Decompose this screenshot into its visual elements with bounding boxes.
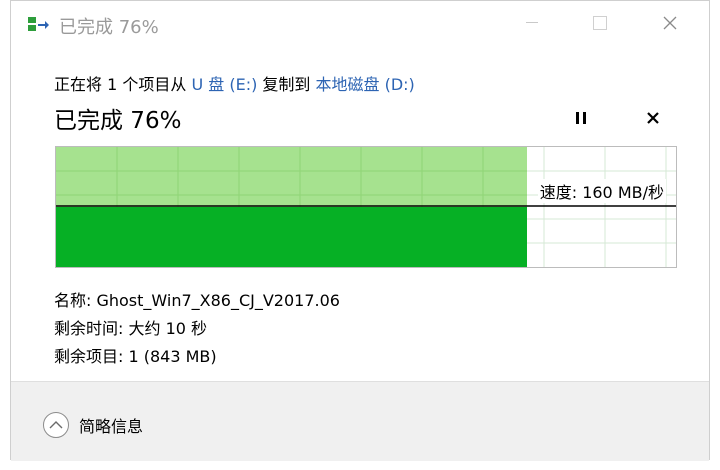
transfer-prefix: 正在将 1 个项目从 [54, 75, 192, 94]
transfer-description: 正在将 1 个项目从 U 盘 (E:) 复制到 本地磁盘 (D:) [54, 71, 415, 95]
speed-label: 速度: 160 MB/秒 [537, 179, 666, 203]
file-transfer-icon [28, 17, 49, 31]
transfer-middle: 复制到 [257, 75, 316, 94]
cancel-icon [647, 112, 659, 124]
minimize-icon [526, 22, 538, 23]
transfer-details: 名称: Ghost_Win7_X86_CJ_V2017.06 剩余时间: 大约 … [54, 287, 340, 371]
window-title: 已完成 76% [59, 17, 159, 38]
pause-icon [576, 112, 586, 124]
destination-drive-link[interactable]: 本地磁盘 (D:) [316, 75, 415, 94]
title-bar[interactable]: 已完成 76% [11, 1, 709, 49]
dialog-footer: 简略信息 [11, 381, 709, 461]
maximize-icon [593, 16, 607, 30]
items-remaining: 剩余项目: 1 (843 MB) [54, 347, 217, 366]
pause-button[interactable] [567, 105, 595, 131]
speed-history-area [56, 207, 527, 267]
close-icon [663, 16, 677, 30]
speed-graph-canvas [56, 147, 676, 267]
copy-progress-dialog: 已完成 76% 正在将 1 个项目从 U 盘 (E:) 复制到 本地磁盘 (D:… [10, 0, 710, 461]
transfer-speed-graph: 速度: 160 MB/秒 [55, 146, 677, 268]
fewer-details-button[interactable]: 简略信息 [43, 412, 143, 438]
minimize-button[interactable] [509, 1, 555, 45]
chevron-up-icon [43, 412, 69, 438]
maximize-button[interactable] [577, 1, 623, 45]
cancel-button[interactable] [639, 105, 667, 131]
time-remaining: 剩余时间: 大约 10 秒 [54, 319, 208, 338]
source-drive-link[interactable]: U 盘 (E:) [191, 75, 257, 94]
progress-status: 已完成 76% [54, 108, 182, 134]
fewer-details-label: 简略信息 [79, 417, 144, 436]
close-button[interactable] [647, 1, 693, 45]
file-name: 名称: Ghost_Win7_X86_CJ_V2017.06 [54, 291, 340, 310]
